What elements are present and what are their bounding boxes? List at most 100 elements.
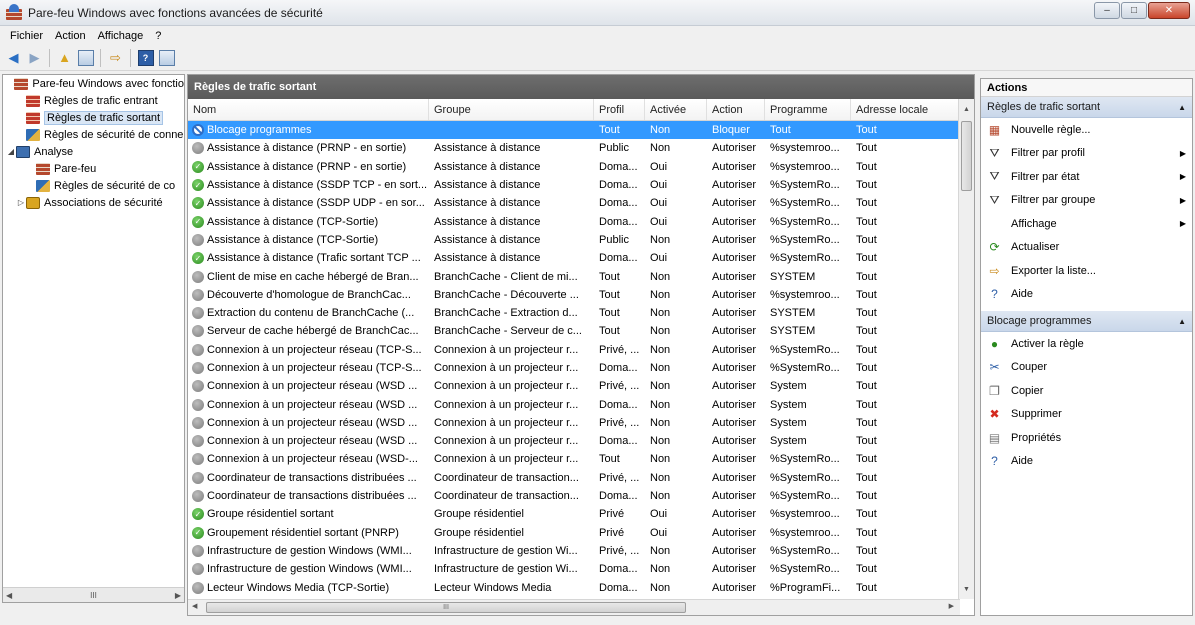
- export-list-icon[interactable]: ⇨: [106, 48, 125, 67]
- scroll-down-icon[interactable]: ▼: [959, 581, 974, 597]
- scroll-thumb[interactable]: III: [90, 591, 97, 600]
- expand-arrow-icon[interactable]: ◢: [6, 147, 16, 156]
- tree-item[interactable]: Règles de trafic sortant: [3, 109, 184, 126]
- scroll-left-icon[interactable]: ◀: [6, 591, 12, 600]
- column-activee-header[interactable]: Activée: [645, 99, 707, 120]
- tree-horizontal-scrollbar[interactable]: ◀ III ▶: [3, 587, 184, 602]
- table-row[interactable]: Serveur de cache hébergé de BranchCac...…: [188, 322, 960, 340]
- action-item[interactable]: ⟳ Actualiser: [981, 236, 1192, 260]
- cell-groupe: Connexion à un projecteur r...: [434, 416, 579, 429]
- window-title: Pare-feu Windows avec fonctions avancées…: [28, 5, 323, 20]
- action-label: Nouvelle règle...: [1011, 123, 1091, 136]
- back-arrow-icon[interactable]: ◀: [4, 48, 23, 67]
- scroll-up-icon[interactable]: ▲: [959, 101, 974, 117]
- table-row[interactable]: Lecteur Windows Media (TCP-Sortie) Lecteu…: [188, 578, 960, 596]
- table-row[interactable]: Infrastructure de gestion Windows (WMI..…: [188, 560, 960, 578]
- horizontal-scrollbar[interactable]: ◀ III ▶: [188, 599, 960, 615]
- action-item[interactable]: ✖ Supprimer: [981, 403, 1192, 427]
- action-item[interactable]: ✂ Couper: [981, 356, 1192, 380]
- expand-arrow-icon[interactable]: ▷: [16, 198, 26, 207]
- cell-adresse: Tout: [856, 380, 877, 393]
- table-row[interactable]: Client de mise en cache hébergé de Bran.…: [188, 267, 960, 285]
- action-item[interactable]: ⛛ Filtrer par groupe ▶: [981, 189, 1192, 213]
- cut-icon: ✂: [989, 360, 1000, 375]
- menu-help[interactable]: ?: [149, 30, 167, 42]
- table-row[interactable]: ✓ Assistance à distance (SSDP UDP - en so…: [188, 194, 960, 212]
- action-item[interactable]: ⛛ Filtrer par état ▶: [981, 165, 1192, 189]
- action-item[interactable]: ● Activer la règle: [981, 332, 1192, 356]
- cell-profil: Privé, ...: [599, 416, 640, 429]
- action-item[interactable]: ? Aide: [981, 283, 1192, 307]
- cell-activee: Non: [650, 325, 671, 338]
- up-folder-icon[interactable]: ▲: [55, 48, 74, 67]
- menu-action[interactable]: Action: [49, 30, 92, 42]
- action-item[interactable]: ⛛ Filtrer par profil ▶: [981, 142, 1192, 166]
- action-item[interactable]: ⇨ Exporter la liste...: [981, 259, 1192, 283]
- table-row[interactable]: Connexion à un projecteur réseau (WSD ..…: [188, 395, 960, 413]
- rule-disabled-icon: [192, 471, 204, 484]
- cell-programme: %ProgramFi...: [770, 581, 841, 594]
- show-actions-pane-icon[interactable]: [157, 48, 176, 67]
- menu-affichage[interactable]: Affichage: [92, 30, 150, 42]
- table-row[interactable]: Découverte d'homologue de BranchCac... Br…: [188, 286, 960, 304]
- scroll-right-icon[interactable]: ▶: [949, 602, 954, 610]
- tree-item[interactable]: Règles de sécurité de co: [3, 177, 184, 194]
- cell-activee: Non: [650, 142, 671, 155]
- collapse-icon[interactable]: ▲: [1178, 103, 1186, 112]
- table-row[interactable]: ✓ Groupement résidentiel sortant (PNRP) Gr…: [188, 524, 960, 542]
- table-row[interactable]: ✓ Assistance à distance (PRNP - en sortie…: [188, 158, 960, 176]
- tree-item[interactable]: ▷ Associations de sécurité: [3, 194, 184, 211]
- tree-item[interactable]: Règles de sécurité de conne: [3, 126, 184, 143]
- scroll-right-icon[interactable]: ▶: [175, 591, 181, 600]
- table-row[interactable]: ✓ Assistance à distance (Trafic sortant T…: [188, 249, 960, 267]
- menu-fichier[interactable]: Fichier: [4, 30, 49, 42]
- collapse-icon[interactable]: ▲: [1178, 317, 1186, 326]
- table-row[interactable]: Coordinateur de transactions distribuées…: [188, 469, 960, 487]
- column-programme-header[interactable]: Programme: [765, 99, 851, 120]
- column-action-header[interactable]: Action: [707, 99, 765, 120]
- action-item[interactable]: ▤ Propriétés: [981, 426, 1192, 450]
- table-row[interactable]: ✓ Assistance à distance (SSDP TCP - en so…: [188, 176, 960, 194]
- tree-item[interactable]: Pare-feu Windows avec fonctio: [3, 75, 184, 92]
- table-row[interactable]: Connexion à un projecteur réseau (TCP-S.…: [188, 341, 960, 359]
- show-hide-tree-icon[interactable]: [76, 48, 95, 67]
- tree-item[interactable]: Règles de trafic entrant: [3, 92, 184, 109]
- action-item[interactable]: ? Aide: [981, 450, 1192, 474]
- forward-arrow-icon[interactable]: ▶: [25, 48, 44, 67]
- table-row[interactable]: Infrastructure de gestion Windows (WMI..…: [188, 542, 960, 560]
- table-row[interactable]: Connexion à un projecteur réseau (TCP-S.…: [188, 359, 960, 377]
- actions-section-header[interactable]: Règles de trafic sortant ▲: [981, 97, 1192, 118]
- scroll-thumb[interactable]: [961, 121, 972, 191]
- vertical-scrollbar[interactable]: ▲ ▼: [958, 99, 974, 599]
- table-row[interactable]: Assistance à distance (TCP-Sortie) Assist…: [188, 231, 960, 249]
- column-adresse-locale-header[interactable]: Adresse locale: [851, 99, 960, 120]
- tree-item[interactable]: Pare-feu: [3, 160, 184, 177]
- actions-section-header[interactable]: Blocage programmes ▲: [981, 311, 1192, 332]
- action-item[interactable]: ▦ Nouvelle règle...: [981, 118, 1192, 142]
- table-row[interactable]: Blocage programmes Tout Non Bloquer Tout Tout: [188, 121, 960, 140]
- table-row[interactable]: Extraction du contenu de BranchCache (..…: [188, 304, 960, 322]
- table-row[interactable]: Coordinateur de transactions distribuées…: [188, 487, 960, 505]
- table-row[interactable]: Connexion à un projecteur réseau (WSD ..…: [188, 377, 960, 395]
- close-button[interactable]: ✕: [1148, 2, 1190, 19]
- cell-profil: Doma...: [599, 581, 638, 594]
- column-profil-header[interactable]: Profil: [594, 99, 645, 120]
- table-row[interactable]: Connexion à un projecteur réseau (WSD ..…: [188, 414, 960, 432]
- maximize-button[interactable]: □: [1121, 2, 1147, 19]
- table-row[interactable]: ✓ Assistance à distance (TCP-Sortie) Assis…: [188, 212, 960, 230]
- action-item[interactable]: Affichage ▶: [981, 212, 1192, 236]
- column-nom-header[interactable]: Nom: [188, 99, 429, 120]
- help-icon[interactable]: ?: [136, 48, 155, 67]
- table-row[interactable]: Connexion à un projecteur réseau (WSD ..…: [188, 432, 960, 450]
- action-item[interactable]: ❐ Copier: [981, 379, 1192, 403]
- column-groupe-header[interactable]: Groupe: [429, 99, 594, 120]
- tree-item[interactable]: ◢ Analyse: [3, 143, 184, 160]
- table-row[interactable]: Assistance à distance (PRNP - en sortie)…: [188, 139, 960, 157]
- table-row[interactable]: Connexion à un projecteur réseau (WSD-..…: [188, 450, 960, 468]
- table-row[interactable]: ✓ Groupe résidentiel sortant Groupe réside…: [188, 505, 960, 523]
- scroll-left-icon[interactable]: ◀: [192, 602, 197, 610]
- cell-activee: Oui: [650, 215, 668, 228]
- rule-name: Découverte d'homologue de BranchCac...: [207, 288, 411, 301]
- minimize-button[interactable]: –: [1094, 2, 1120, 19]
- scroll-thumb[interactable]: III: [206, 602, 686, 613]
